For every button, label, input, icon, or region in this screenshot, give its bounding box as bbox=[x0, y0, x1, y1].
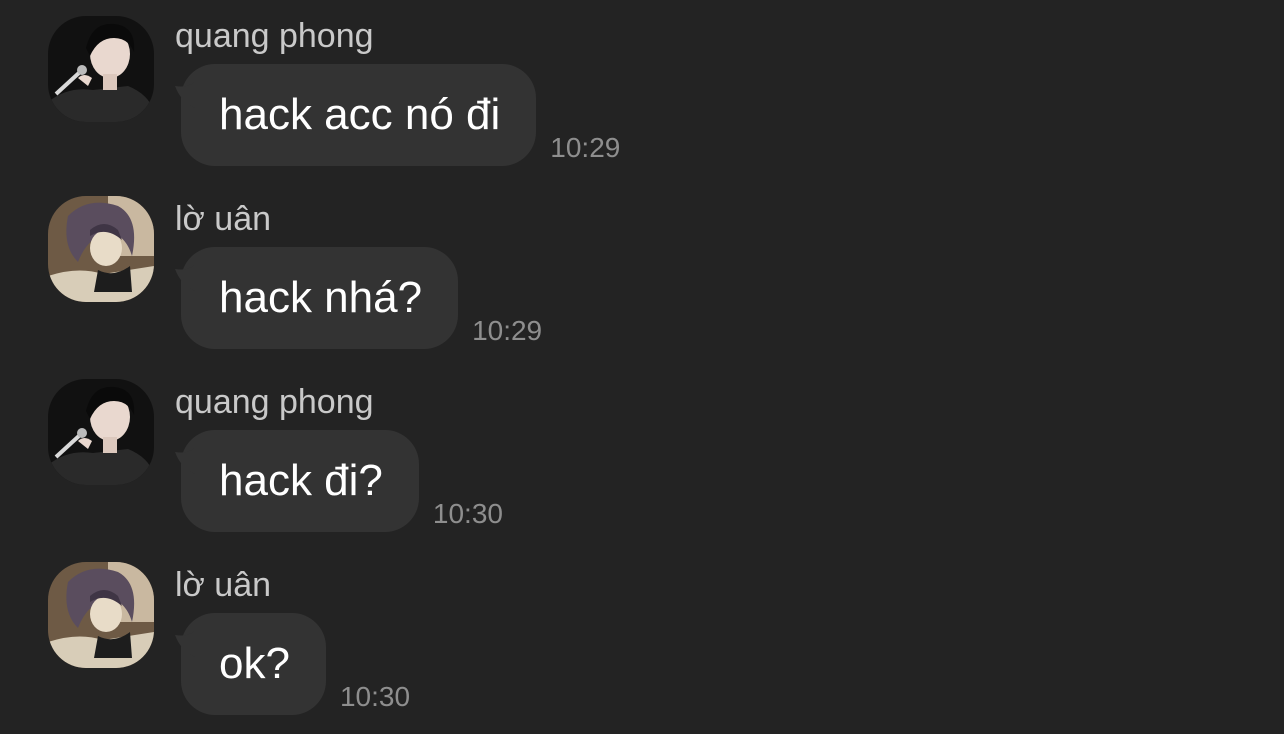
singer-avatar-icon[interactable] bbox=[48, 379, 154, 485]
anime-avatar-icon[interactable] bbox=[48, 562, 154, 668]
sender-name: lờ uân bbox=[175, 200, 272, 238]
message-text: hack đi? bbox=[219, 456, 383, 505]
message-text: hack nhá? bbox=[219, 273, 423, 322]
anime-avatar-icon[interactable] bbox=[48, 196, 154, 302]
message-text: ok? bbox=[219, 639, 290, 688]
message-bubble[interactable]: ok? bbox=[175, 613, 326, 715]
sender-name: lờ uân bbox=[175, 566, 272, 604]
sender-name: quang phong bbox=[175, 383, 374, 421]
singer-avatar-icon[interactable] bbox=[48, 16, 154, 122]
bubble-tail bbox=[175, 265, 195, 291]
message-bubble[interactable]: hack nhá? bbox=[175, 247, 459, 349]
message-time: 10:29 bbox=[472, 315, 543, 346]
bubble-tail bbox=[175, 631, 195, 657]
bubble-row: hack acc nó đi 10:29 bbox=[175, 64, 620, 166]
bubble-row: ok? 10:30 bbox=[175, 613, 410, 715]
message-time: 10:29 bbox=[550, 132, 621, 163]
bubble-row: hack nhá? 10:29 bbox=[175, 247, 542, 349]
message-time: 10:30 bbox=[339, 681, 411, 712]
bubble-row: hack đi? 10:30 bbox=[175, 430, 503, 532]
message-text: hack acc nó đi bbox=[219, 90, 501, 139]
chat-thread: quang phong hack acc nó đi 10:29 lờ uân bbox=[0, 0, 1284, 734]
bubble-tail bbox=[175, 82, 195, 108]
sender-name: quang phong bbox=[175, 17, 374, 55]
message-bubble[interactable]: hack đi? bbox=[175, 430, 419, 532]
message-bubble[interactable]: hack acc nó đi bbox=[175, 64, 537, 166]
bubble-tail bbox=[175, 448, 195, 474]
message-time: 10:30 bbox=[432, 498, 503, 529]
